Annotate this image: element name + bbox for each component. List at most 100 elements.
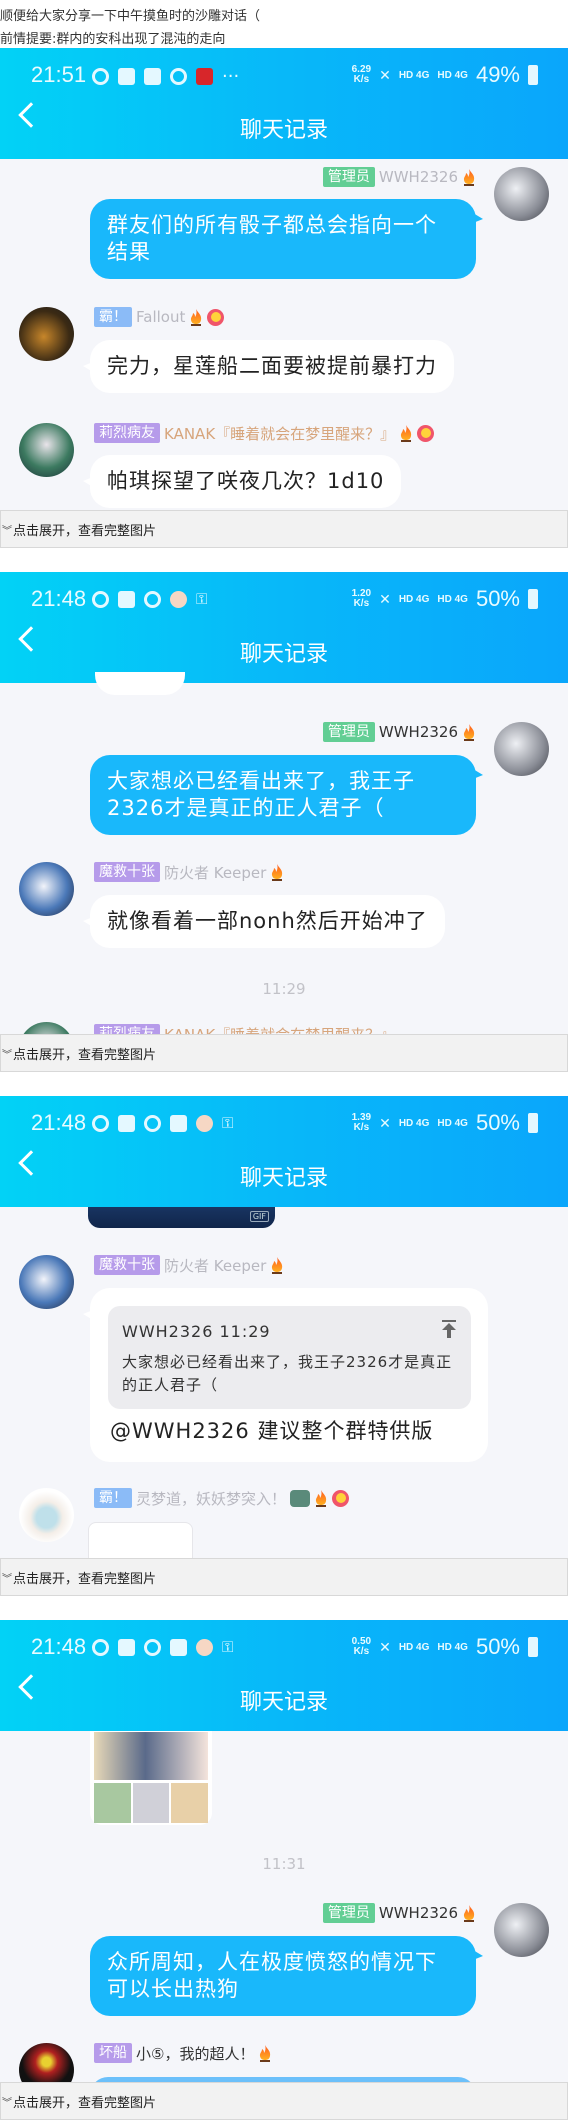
reply-message-bubble: WWH2326 11:29 大家想必已经看出来了，我王子2326才是真正的正人君…: [83, 1288, 488, 1462]
sender-name[interactable]: KANAK『睡着就会在梦里醒来？』: [164, 423, 395, 444]
fire-icon: [462, 169, 476, 186]
expand-image-bar[interactable]: ︾ 点击展开，查看完整图片: [0, 2082, 568, 2120]
speed-unit: K/s: [353, 1122, 370, 1133]
weibo-icon: [92, 68, 109, 85]
sender-name[interactable]: 防火者 Keeper: [164, 862, 266, 883]
weibo-icon: [92, 1638, 109, 1656]
avatar-app-icon: [196, 1114, 213, 1132]
title-badge: 莉烈病友: [94, 423, 160, 443]
fire-icon: [314, 1490, 328, 1507]
comic-image[interactable]: [90, 1720, 212, 1825]
sender-name[interactable]: 防火者 Keeper: [164, 1255, 266, 1276]
sender-name[interactable]: 灵梦道，妖妖梦突入！: [136, 1488, 286, 1509]
screenshot-panel-1: 21:51 ··· 6.29 K/s ✕ HD 4G HD 4G 49% 聊天记录…: [0, 48, 568, 548]
expand-label: 点击展开，查看完整图片: [13, 523, 157, 539]
smiley-badge-icon: [332, 1489, 350, 1507]
status-time: 21:48: [31, 1634, 87, 1659]
role-badge: 管理员: [322, 167, 375, 187]
sender-name[interactable]: WWH2326: [379, 723, 458, 741]
weibo-icon: [92, 1114, 109, 1132]
sender-name[interactable]: WWH2326: [379, 1904, 458, 1922]
speed-unit: K/s: [353, 598, 370, 609]
smiley-badge-icon: [207, 308, 225, 326]
message-bubble: 大家想必已经看出来了，我王子2326才是真正的正人君子（: [90, 755, 483, 835]
mute-vibrate-icon: ✕: [379, 66, 391, 83]
screenshot-panel-4: 21:48 ⚿ 0.50 K/s ✕ HD 4G HD 4G 50% 聊天记录 1…: [0, 1620, 568, 2120]
checkbox-icon: [118, 1638, 135, 1656]
signal-1: HD 4G: [398, 593, 430, 605]
status-right: 1.39 K/s ✕ HD 4G HD 4G 50%: [352, 1110, 538, 1136]
fire-icon: [189, 309, 203, 326]
battery-percent: 50%: [475, 586, 520, 611]
avatar[interactable]: [19, 1255, 74, 1309]
sender-row: 管理员 WWH2326: [322, 722, 476, 742]
status-time: 21:48: [31, 586, 87, 611]
jump-to-top-icon[interactable]: [441, 1320, 457, 1338]
screenshot-panel-3: GIF 21:48 ⚿ 1.39 K/s ✕ HD 4G HD 4G 50% 聊天…: [0, 1096, 568, 1596]
message-bubble: 就像看着一部nonh然后开始冲了: [83, 895, 445, 948]
sender-name[interactable]: WWH2326: [379, 168, 458, 186]
avatar[interactable]: [19, 307, 74, 361]
sender-row: 管理员 WWH2326: [322, 1903, 476, 1923]
avatar[interactable]: [494, 1903, 549, 1957]
notification-icons: ⚿: [92, 1638, 233, 1656]
app-header: 21:48 ⚿ 1.20 K/s ✕ HD 4G HD 4G 50% 聊天记录: [0, 572, 568, 683]
message-bubble: 帕琪探望了咲夜几次？1d10: [82, 455, 402, 508]
notification-icons: ⚿: [92, 1114, 233, 1132]
status-bar: 21:48 ⚿ 1.20 K/s ✕ HD 4G HD 4G 50%: [0, 586, 568, 614]
gif-label: GIF: [249, 1211, 269, 1222]
sender-name[interactable]: 小⑤，我的超人！: [136, 2043, 254, 2064]
key-icon: ⚿: [222, 1638, 234, 1656]
status-time: 21:48: [31, 1110, 87, 1135]
signal-2: HD 4G: [437, 69, 468, 81]
role-badge: 管理员: [322, 1903, 375, 1923]
image-thumbnail[interactable]: [88, 1522, 193, 1562]
timestamp: 11:29: [262, 980, 306, 998]
double-chevron-down-icon: ︾: [2, 525, 12, 537]
intro-line-1: 顺便给大家分享一下中午摸鱼时的沙雕对话（: [0, 9, 261, 24]
double-chevron-down-icon: ︾: [2, 1573, 12, 1585]
weibo-icon: [144, 1114, 161, 1132]
battery-icon: [528, 1113, 538, 1133]
notification-icons: ···: [92, 66, 239, 87]
title-badge: 霸！: [94, 307, 132, 327]
battery-percent: 50%: [475, 1110, 520, 1135]
mute-vibrate-icon: ✕: [379, 1114, 391, 1131]
network-speed: 1.20 K/s: [352, 589, 371, 609]
title-badge: 魔救十张: [94, 1255, 160, 1275]
battery-icon: [528, 589, 538, 609]
avatar-app-icon: [196, 1638, 213, 1656]
fire-icon: [270, 1257, 284, 1274]
checkbox-icon: [144, 68, 161, 85]
quote-header: WWH2326 11:29: [122, 1322, 271, 1341]
expand-image-bar[interactable]: ︾ 点击展开，查看完整图片: [0, 1558, 568, 1596]
screenshot-panel-2: 21:48 ⚿ 1.20 K/s ✕ HD 4G HD 4G 50% 聊天记录 管…: [0, 572, 568, 1072]
status-bar: 21:48 ⚿ 1.39 K/s ✕ HD 4G HD 4G 50%: [0, 1110, 568, 1138]
title-badge: 魔救十张: [94, 862, 160, 882]
speed-unit: K/s: [353, 1646, 370, 1657]
checkbox-icon: [118, 590, 135, 608]
fire-icon: [270, 864, 284, 881]
quoted-message[interactable]: WWH2326 11:29 大家想必已经看出来了，我王子2326才是真正的正人君…: [108, 1306, 471, 1409]
sender-row: 坏船 小⑤，我的超人！: [94, 2043, 272, 2063]
network-speed: 1.39 K/s: [352, 1113, 371, 1133]
battery-percent: 50%: [475, 1634, 520, 1659]
avatar[interactable]: [494, 722, 549, 776]
avatar[interactable]: [19, 862, 74, 916]
expand-image-bar[interactable]: ︾ 点击展开，查看完整图片: [0, 510, 568, 548]
status-right: 0.50 K/s ✕ HD 4G HD 4G 50%: [352, 1634, 538, 1660]
expand-label: 点击展开，查看完整图片: [13, 2095, 157, 2111]
expand-label: 点击展开，查看完整图片: [13, 1571, 157, 1587]
avatar[interactable]: [19, 1488, 74, 1542]
expand-image-bar[interactable]: ︾ 点击展开，查看完整图片: [0, 1034, 568, 1072]
avatar[interactable]: [19, 423, 74, 477]
weibo-icon: [144, 1638, 161, 1656]
double-chevron-down-icon: ︾: [2, 2097, 12, 2109]
status-bar: 21:51 ··· 6.29 K/s ✕ HD 4G HD 4G 49%: [0, 62, 568, 90]
avatar[interactable]: [494, 167, 549, 221]
fire-icon: [399, 425, 413, 442]
sender-row: 霸！ Fallout: [94, 307, 225, 327]
sender-name[interactable]: Fallout: [136, 308, 185, 326]
signal-1: HD 4G: [398, 1641, 430, 1653]
role-badge: 管理员: [322, 722, 375, 742]
